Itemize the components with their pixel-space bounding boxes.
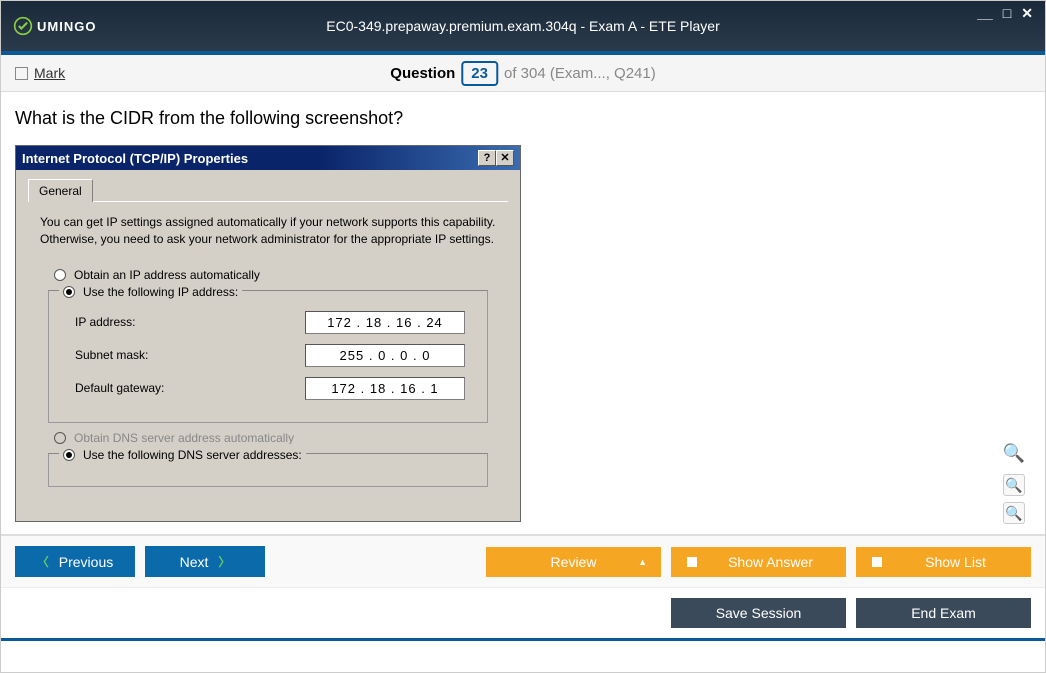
dialog-title: Internet Protocol (TCP/IP) Properties <box>22 151 248 166</box>
radio-icon <box>54 269 66 281</box>
show-list-button[interactable]: Show List <box>856 547 1031 577</box>
close-button[interactable]: ✕ <box>1017 5 1037 22</box>
question-bar: Mark Question 23 of 304 (Exam..., Q241) <box>1 55 1045 92</box>
question-total: of 304 (Exam..., Q241) <box>504 65 656 82</box>
tab-general[interactable]: General <box>28 179 93 202</box>
tcpip-dialog: Internet Protocol (TCP/IP) Properties ? … <box>15 145 521 522</box>
question-indicator: Question 23 of 304 (Exam..., Q241) <box>390 61 655 86</box>
logo-text: UMINGO <box>37 19 96 34</box>
review-button[interactable]: Review▲ <box>486 547 661 577</box>
radio-use-dns-label: Use the following DNS server addresses: <box>83 448 302 462</box>
zoom-in-button[interactable]: 🔍 <box>1003 474 1025 496</box>
radio-obtain-ip-label: Obtain an IP address automatically <box>74 268 260 282</box>
next-button[interactable]: Next〉 <box>145 546 265 577</box>
end-exam-button[interactable]: End Exam <box>856 598 1031 628</box>
save-session-button[interactable]: Save Session <box>671 598 846 628</box>
radio-use-ip[interactable]: Use the following IP address: <box>59 281 242 303</box>
previous-button[interactable]: 〈Previous <box>15 546 135 577</box>
chevron-left-icon: 〈 <box>37 553 49 570</box>
question-text: What is the CIDR from the following scre… <box>15 108 1031 129</box>
dns-group: Use the following DNS server addresses: <box>48 453 488 487</box>
ip-address-input[interactable]: 172 . 18 . 16 . 24 <box>305 311 465 334</box>
chevron-right-icon: 〉 <box>218 553 230 570</box>
square-icon <box>687 557 697 567</box>
subnet-input[interactable]: 255 . 0 . 0 . 0 <box>305 344 465 367</box>
mark-checkbox[interactable] <box>15 67 28 80</box>
logo: UMINGO <box>13 16 96 36</box>
mark-label[interactable]: Mark <box>34 65 65 81</box>
triangle-up-icon: ▲ <box>638 557 647 567</box>
maximize-button[interactable]: □ <box>999 5 1015 22</box>
ip-address-label: IP address: <box>75 315 305 329</box>
dialog-help-button[interactable]: ? <box>478 150 496 166</box>
radio-icon-selected <box>63 449 75 461</box>
zoom-controls: 🔍 🔍 🔍 <box>1003 443 1025 524</box>
dialog-info-text: You can get IP settings assigned automat… <box>40 214 496 248</box>
zoom-out-button[interactable]: 🔍 <box>1003 502 1025 524</box>
minimize-button[interactable]: __ <box>973 5 997 22</box>
gateway-label: Default gateway: <box>75 381 305 395</box>
content-area: What is the CIDR from the following scre… <box>1 92 1045 534</box>
question-number[interactable]: 23 <box>461 61 498 86</box>
square-icon <box>872 557 882 567</box>
radio-use-dns[interactable]: Use the following DNS server addresses: <box>59 444 306 466</box>
radio-use-ip-label: Use the following IP address: <box>83 285 238 299</box>
radio-icon-selected <box>63 286 75 298</box>
titlebar: UMINGO EC0-349.prepaway.premium.exam.304… <box>1 1 1045 51</box>
gateway-input[interactable]: 172 . 18 . 16 . 1 <box>305 377 465 400</box>
session-bar: Save Session End Exam <box>1 587 1045 641</box>
ip-group: Use the following IP address: IP address… <box>48 290 488 423</box>
dialog-titlebar: Internet Protocol (TCP/IP) Properties ? … <box>16 146 520 170</box>
window-controls: __ □ ✕ <box>973 5 1037 22</box>
radio-obtain-dns-label: Obtain DNS server address automatically <box>74 431 294 445</box>
show-answer-button[interactable]: Show Answer <box>671 547 846 577</box>
question-label: Question <box>390 65 455 82</box>
tab-panel-general: You can get IP settings assigned automat… <box>28 201 508 521</box>
search-icon[interactable]: 🔍 <box>1003 443 1025 464</box>
radio-icon-disabled <box>54 432 66 444</box>
nav-bar: 〈Previous Next〉 Review▲ Show Answer Show… <box>1 534 1045 587</box>
logo-check-icon <box>13 16 33 36</box>
dialog-close-button[interactable]: ✕ <box>496 150 514 166</box>
subnet-label: Subnet mask: <box>75 348 305 362</box>
window-title: EC0-349.prepaway.premium.exam.304q - Exa… <box>326 18 719 34</box>
